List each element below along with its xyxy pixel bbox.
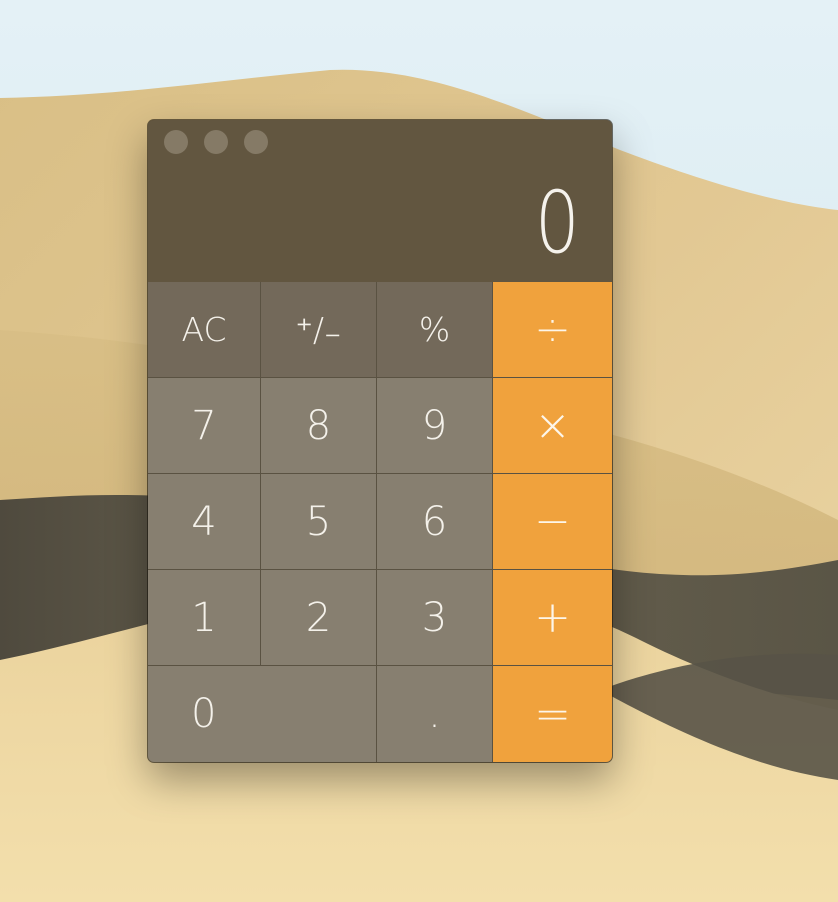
digit-1-button[interactable]: 1 bbox=[148, 570, 261, 666]
subtract-button[interactable]: − bbox=[493, 474, 612, 570]
divide-button[interactable]: ÷ bbox=[493, 282, 612, 378]
zoom-window-button[interactable] bbox=[244, 130, 268, 154]
close-window-button[interactable] bbox=[164, 130, 188, 154]
calculator-window: 0 AC ⁺∕₋ % ÷ 7 8 9 × 4 5 6 − 1 2 3 + 0 .… bbox=[148, 120, 612, 762]
digit-3-button[interactable]: 3 bbox=[377, 570, 493, 666]
window-controls bbox=[164, 130, 268, 154]
digit-9-button[interactable]: 9 bbox=[377, 378, 493, 474]
toggle-sign-button[interactable]: ⁺∕₋ bbox=[261, 282, 377, 378]
percent-button[interactable]: % bbox=[377, 282, 493, 378]
equals-button[interactable]: = bbox=[493, 666, 612, 762]
digit-6-button[interactable]: 6 bbox=[377, 474, 493, 570]
multiply-button[interactable]: × bbox=[493, 378, 612, 474]
decimal-point-button[interactable]: . bbox=[377, 666, 493, 762]
digit-0-button[interactable]: 0 bbox=[148, 666, 377, 762]
keypad: AC ⁺∕₋ % ÷ 7 8 9 × 4 5 6 − 1 2 3 + 0 . = bbox=[148, 282, 612, 762]
digit-7-button[interactable]: 7 bbox=[148, 378, 261, 474]
display-panel: 0 bbox=[148, 120, 612, 282]
minimize-window-button[interactable] bbox=[204, 130, 228, 154]
digit-8-button[interactable]: 8 bbox=[261, 378, 377, 474]
desktop: 0 AC ⁺∕₋ % ÷ 7 8 9 × 4 5 6 − 1 2 3 + 0 .… bbox=[0, 0, 838, 902]
digit-2-button[interactable]: 2 bbox=[261, 570, 377, 666]
all-clear-button[interactable]: AC bbox=[148, 282, 261, 378]
digit-5-button[interactable]: 5 bbox=[261, 474, 377, 570]
display-value: 0 bbox=[535, 173, 580, 273]
add-button[interactable]: + bbox=[493, 570, 612, 666]
digit-4-button[interactable]: 4 bbox=[148, 474, 261, 570]
